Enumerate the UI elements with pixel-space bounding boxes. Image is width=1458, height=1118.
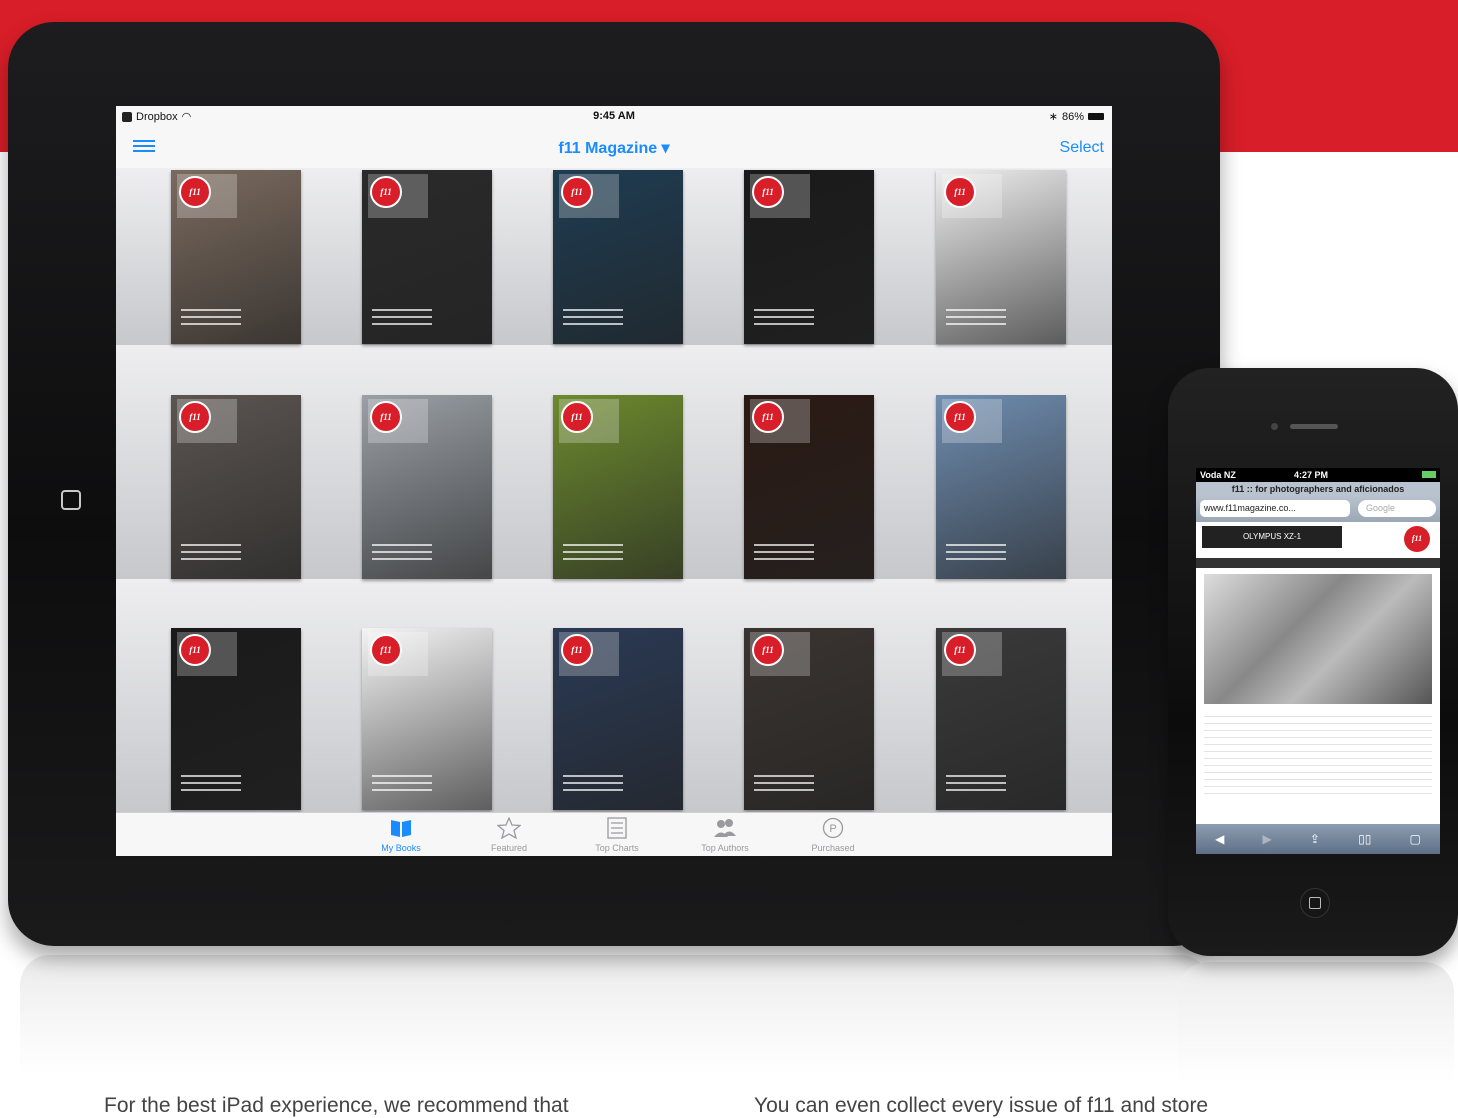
iphone-home-button[interactable] [1300,888,1330,918]
site-content [1204,710,1432,800]
safari-toolbar: ◀ ▶ ⇪ ▯▯ ▢ [1196,824,1440,854]
magazine-cover[interactable]: f11 [936,628,1066,810]
f11-logo: f11 [179,634,211,666]
intro-text-left: For the best iPad experience, we recomme… [104,1094,569,1117]
magazine-cover[interactable]: f11 [553,395,683,579]
battery-percent: 86% [1061,110,1084,123]
magazine-cover[interactable]: f11 [171,395,301,579]
search-input[interactable]: Google [1358,500,1436,517]
site-menu[interactable] [1196,558,1440,568]
ipad-reflection [20,955,1210,1075]
back-icon[interactable]: ◀ [1215,832,1224,846]
f11-logo: f11 [370,634,402,666]
url-input[interactable]: www.f11magazine.co... [1200,500,1350,517]
battery-icon [1422,471,1436,478]
status-time: 9:45 AM [593,110,635,122]
magazine-cover[interactable]: f11 [553,628,683,810]
f11-logo: f11 [944,176,976,208]
iphone-screen: Voda NZ 4:27 PM f11 :: for photographers… [1196,468,1440,854]
feature-photo[interactable] [1204,574,1432,704]
f11-logo: f11 [752,401,784,433]
ad-banner[interactable]: OLYMPUS XZ-1 [1202,526,1342,548]
intro-text-right: You can even collect every issue of f11 … [754,1094,1209,1117]
iphone-carrier: Voda NZ [1200,470,1236,480]
ipad-screen: Dropbox ◠ 9:45 AM ∗ 86% f11 Magazine ▾ S… [116,106,1112,856]
select-button[interactable]: Select [1060,139,1104,157]
site-banner: OLYMPUS XZ-1 f11 [1196,522,1440,558]
tab-my-books[interactable]: My Books [356,817,446,853]
f11-logo: f11 [944,634,976,666]
magazine-cover[interactable]: f11 [744,628,874,810]
share-icon[interactable]: ⇪ [1310,832,1320,846]
bluetooth-icon: ∗ [1048,111,1058,123]
magazine-cover[interactable]: f11 [171,628,301,810]
f11-logo: f11 [561,634,593,666]
nav-bar: f11 Magazine ▾ Select [116,128,1112,169]
magazine-cover[interactable]: f11 [171,170,301,344]
speaker-grille [1290,424,1338,429]
iphone-reflection [1178,962,1454,1082]
f11-logo: f11 [370,401,402,433]
tab-top-authors[interactable]: Top Authors [680,817,770,853]
magazine-cover[interactable]: f11 [744,170,874,344]
tab-purchased[interactable]: P Purchased [788,817,878,853]
f11-logo: f11 [179,401,211,433]
nav-title-dropdown[interactable]: f11 Magazine ▾ [116,138,1112,158]
magazine-cover[interactable]: f11 [362,395,492,579]
bookmarks-icon[interactable]: ▯▯ [1358,832,1371,846]
tab-featured[interactable]: Featured [464,817,554,853]
iphone-status-bar: Voda NZ 4:27 PM [1196,468,1440,482]
star-icon [497,817,521,839]
iphone-page-title: f11 :: for photographers and aficionados [1196,482,1440,496]
iphone-time: 4:27 PM [1294,470,1329,480]
camera-icon [1271,423,1278,430]
magazine-cover[interactable]: f11 [362,170,492,344]
people-icon [714,819,736,837]
f11-logo: f11 [752,634,784,666]
tab-bar: My Books Featured Top Charts Top Authors… [116,812,1112,856]
address-bar: www.f11magazine.co... Google [1196,496,1440,522]
status-bar: Dropbox ◠ 9:45 AM ∗ 86% [116,106,1112,128]
battery-icon [1088,113,1104,120]
f11-logo[interactable]: f11 [1404,526,1430,552]
iphone-device: Voda NZ 4:27 PM f11 :: for photographers… [1168,368,1458,956]
f11-logo: f11 [561,176,593,208]
magazine-cover[interactable]: f11 [553,170,683,344]
f11-logo: f11 [944,401,976,433]
magazine-cover[interactable]: f11 [936,395,1066,579]
tab-top-charts[interactable]: Top Charts [572,817,662,853]
magazine-cover[interactable]: f11 [744,395,874,579]
svg-text:P: P [829,823,836,835]
list-icon [607,817,627,839]
ipad-home-button[interactable] [61,490,81,510]
book-icon [391,820,411,837]
magazine-cover[interactable]: f11 [936,170,1066,344]
f11-logo: f11 [370,176,402,208]
purchased-icon: P [822,817,844,839]
pages-icon[interactable]: ▢ [1410,832,1421,846]
magazine-cover[interactable]: f11 [362,628,492,810]
f11-logo: f11 [752,176,784,208]
f11-logo: f11 [179,176,211,208]
forward-icon[interactable]: ▶ [1262,832,1271,846]
f11-logo: f11 [561,401,593,433]
